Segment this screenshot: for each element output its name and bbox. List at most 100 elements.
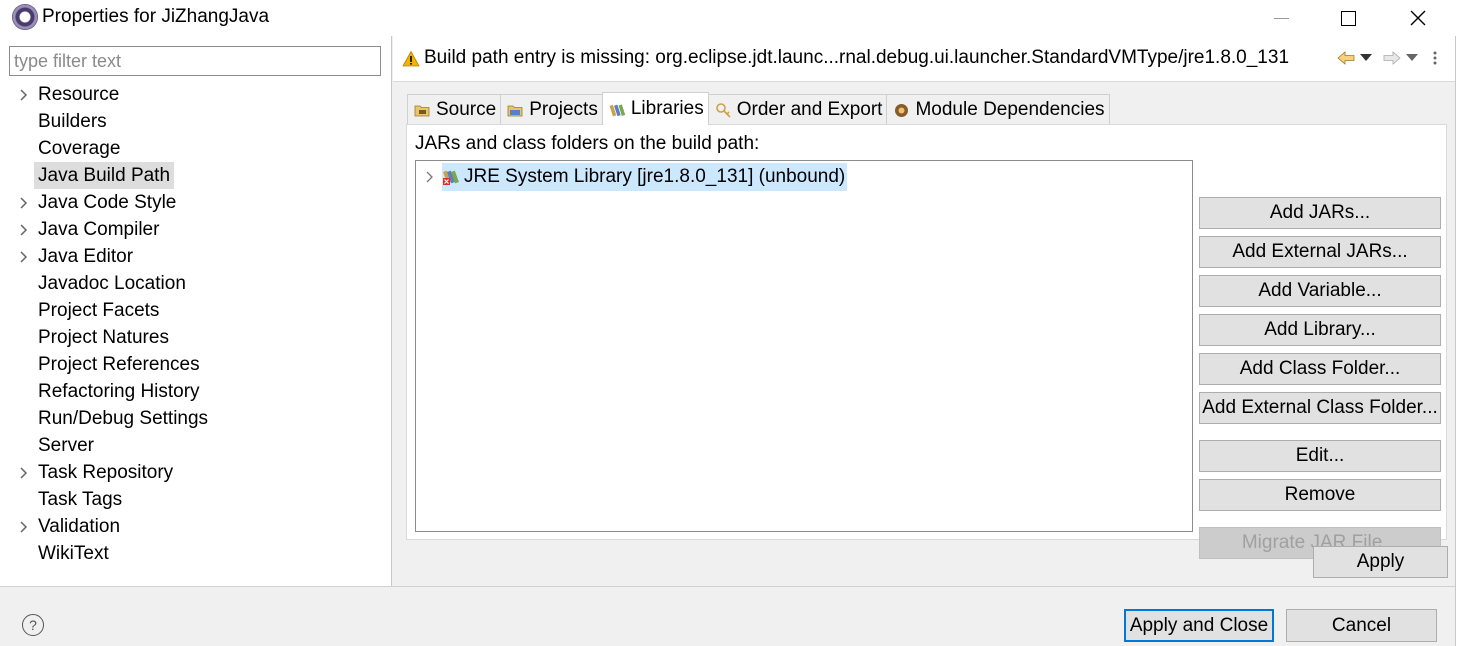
tree-item-label: Project References bbox=[38, 354, 200, 375]
tree-item[interactable]: Refactoring History bbox=[0, 378, 390, 405]
tab-source[interactable]: Source bbox=[407, 94, 502, 125]
minimize-button[interactable] bbox=[1246, 0, 1316, 36]
tree-item[interactable]: Run/Debug Settings bbox=[0, 405, 390, 432]
tree-item-label: Resource bbox=[38, 84, 120, 105]
warning-icon bbox=[402, 50, 420, 67]
library-entry[interactable]: JRE System Library [jre1.8.0_131] (unbou… bbox=[416, 163, 1192, 191]
module-icon bbox=[893, 102, 910, 119]
tab-libraries[interactable]: Libraries bbox=[601, 92, 709, 125]
jre-library-error-icon bbox=[443, 170, 459, 185]
minimize-icon bbox=[1273, 17, 1289, 19]
libraries-tree[interactable]: JRE System Library [jre1.8.0_131] (unbou… bbox=[415, 160, 1193, 532]
tree-item[interactable]: Project Facets bbox=[0, 297, 390, 324]
chevron-right-icon[interactable] bbox=[17, 513, 31, 540]
back-button[interactable] bbox=[1337, 46, 1355, 70]
preference-navigation-pane: Resource Builders Coverage Java Build Path J… bbox=[0, 36, 392, 586]
add-external-jars-button[interactable]: Add External JARs... bbox=[1199, 236, 1441, 268]
tree-item[interactable]: Validation bbox=[0, 513, 390, 540]
tree-item[interactable]: Coverage bbox=[0, 135, 390, 162]
property-page-tree: Resource Builders Coverage Java Build Path J… bbox=[0, 81, 390, 567]
libraries-icon bbox=[609, 101, 626, 118]
chevron-down-icon bbox=[1406, 54, 1418, 61]
tree-item-label: Task Repository bbox=[38, 462, 174, 483]
add-external-class-folder-button[interactable]: Add External Class Folder... bbox=[1199, 392, 1441, 424]
tree-item-label: Javadoc Location bbox=[38, 273, 186, 294]
tab-label: Source bbox=[436, 99, 497, 120]
message-banner: Build path entry is missing: org.eclipse… bbox=[393, 36, 1455, 82]
eclipse-app-icon bbox=[12, 4, 38, 30]
chevron-down-icon bbox=[1360, 54, 1372, 61]
add-variable-button[interactable]: Add Variable... bbox=[1199, 275, 1441, 307]
library-entry-label: JRE System Library [jre1.8.0_131] (unbou… bbox=[464, 166, 846, 187]
tree-item[interactable]: Java Build Path bbox=[0, 162, 390, 189]
chevron-right-icon[interactable] bbox=[17, 216, 31, 243]
order-export-icon bbox=[715, 102, 732, 119]
tab-label: Projects bbox=[529, 99, 598, 120]
close-button[interactable] bbox=[1383, 0, 1453, 36]
remove-button[interactable]: Remove bbox=[1199, 479, 1441, 511]
apply-and-close-button[interactable]: Apply and Close bbox=[1124, 609, 1274, 642]
forward-button[interactable] bbox=[1383, 46, 1401, 70]
forward-dropdown-button[interactable] bbox=[1406, 46, 1418, 70]
tree-item[interactable]: Java Compiler bbox=[0, 216, 390, 243]
background-window-edge bbox=[1455, 36, 1467, 646]
projects-icon bbox=[507, 102, 524, 119]
maximize-button[interactable] bbox=[1313, 0, 1383, 36]
dialog-button-bar: ? Apply and Close Cancel bbox=[0, 586, 1455, 646]
chevron-right-icon[interactable] bbox=[424, 169, 436, 185]
add-jars-button[interactable]: Add JARs... bbox=[1199, 197, 1441, 229]
edit-button[interactable]: Edit... bbox=[1199, 440, 1441, 472]
tab-order-and-export[interactable]: Order and Export bbox=[707, 94, 888, 125]
property-page-content: Build path entry is missing: org.eclipse… bbox=[393, 36, 1455, 586]
back-dropdown-button[interactable] bbox=[1360, 46, 1372, 70]
tree-item[interactable]: WikiText bbox=[0, 540, 390, 567]
tree-item-label: Project Facets bbox=[38, 300, 160, 321]
tree-item-label: Java Compiler bbox=[38, 219, 160, 240]
tree-item-label: Refactoring History bbox=[38, 381, 200, 402]
more-vertical-icon bbox=[1433, 51, 1437, 65]
tree-item-label: WikiText bbox=[38, 543, 109, 564]
tree-item-label: Java Editor bbox=[38, 246, 134, 267]
window-title: Properties for JiZhangJava bbox=[42, 6, 270, 27]
maximize-icon bbox=[1340, 10, 1356, 26]
tab-module-dependencies[interactable]: Module Dependencies bbox=[886, 94, 1110, 125]
tree-item[interactable]: Task Repository bbox=[0, 459, 390, 486]
tree-item-label: Server bbox=[38, 435, 94, 456]
cancel-button[interactable]: Cancel bbox=[1286, 609, 1437, 642]
back-arrow-icon bbox=[1337, 51, 1355, 65]
chevron-right-icon[interactable] bbox=[17, 81, 31, 108]
add-library-button[interactable]: Add Library... bbox=[1199, 314, 1441, 346]
tab-projects[interactable]: Projects bbox=[500, 94, 603, 125]
chevron-right-icon[interactable] bbox=[17, 459, 31, 486]
tree-item[interactable]: Server bbox=[0, 432, 390, 459]
tree-item-label: Builders bbox=[38, 111, 107, 132]
tree-item-label: Java Code Style bbox=[38, 192, 177, 213]
tree-item[interactable]: Java Editor bbox=[0, 243, 390, 270]
help-icon[interactable]: ? bbox=[22, 614, 44, 636]
tree-item[interactable]: Builders bbox=[0, 108, 390, 135]
tree-item[interactable]: Resource bbox=[0, 81, 390, 108]
forward-arrow-icon bbox=[1383, 51, 1401, 65]
title-bar: Properties for JiZhangJava bbox=[0, 0, 1467, 36]
tab-label: Libraries bbox=[630, 98, 704, 119]
tree-item[interactable]: Project References bbox=[0, 351, 390, 378]
tree-item-label: Coverage bbox=[38, 138, 121, 159]
tab-label: Module Dependencies bbox=[915, 99, 1105, 120]
apply-button[interactable]: Apply bbox=[1313, 546, 1448, 578]
tree-item[interactable]: Java Code Style bbox=[0, 189, 390, 216]
tree-item[interactable]: Task Tags bbox=[0, 486, 390, 513]
chevron-right-icon[interactable] bbox=[17, 243, 31, 270]
banner-message: Build path entry is missing: org.eclipse… bbox=[424, 47, 1290, 68]
filter-input[interactable] bbox=[9, 46, 381, 76]
tree-item[interactable]: Javadoc Location bbox=[0, 270, 390, 297]
view-menu-button[interactable] bbox=[1432, 46, 1438, 70]
tab-label: Order and Export bbox=[736, 99, 883, 120]
tree-item[interactable]: Project Natures bbox=[0, 324, 390, 351]
chevron-right-icon[interactable] bbox=[17, 189, 31, 216]
library-entry-selection: JRE System Library [jre1.8.0_131] (unbou… bbox=[442, 163, 848, 191]
tree-item-label: Run/Debug Settings bbox=[38, 408, 209, 429]
tree-item-label: Project Natures bbox=[38, 327, 169, 348]
build-path-tabs: Source Projects Libraries Order and Export M… bbox=[407, 92, 1110, 125]
add-class-folder-button[interactable]: Add Class Folder... bbox=[1199, 353, 1441, 385]
libraries-tab-panel: JARs and class folders on the build path… bbox=[406, 124, 1447, 559]
